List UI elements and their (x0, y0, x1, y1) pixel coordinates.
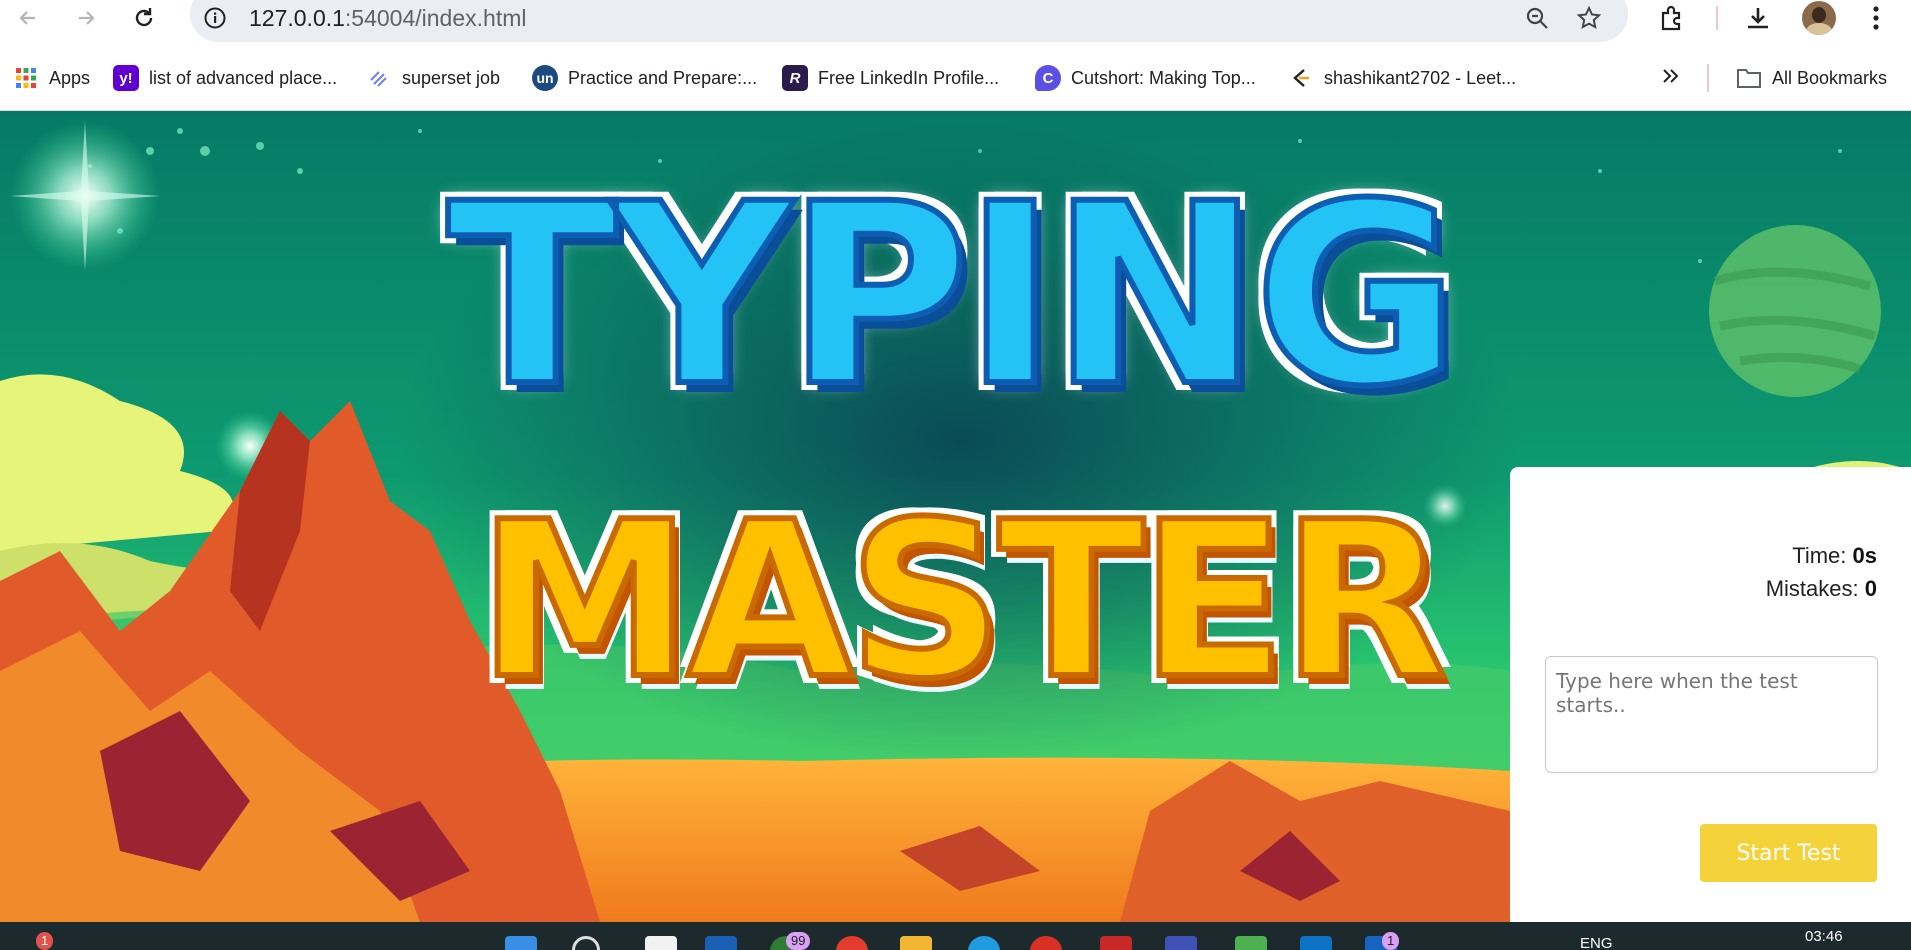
all-bookmarks-button[interactable]: All Bookmarks (1736, 56, 1887, 100)
mistakes-value: 0 (1864, 576, 1877, 601)
bookmark-label: superset job (402, 67, 501, 88)
title-typing: TYPING (444, 150, 1462, 441)
bookmark-label: Practice and Prepare:... (568, 67, 758, 88)
app-icon-2[interactable] (1100, 936, 1132, 950)
start-test-button[interactable]: Start Test (1700, 824, 1877, 882)
typing-master-page: TYPING MASTER Time: 0s Mistakes: 0 Start… (0, 111, 1911, 922)
site-info-icon[interactable] (200, 3, 230, 33)
back-arrow-icon (19, 11, 35, 25)
settings-icon[interactable] (1235, 936, 1267, 950)
edge-icon[interactable] (968, 936, 1000, 950)
mistakes-label: Mistakes: (1765, 576, 1859, 601)
notification-badge: 1 (36, 932, 54, 950)
bookmark-superset[interactable]: superset job (366, 56, 500, 100)
typing-panel: Time: 0s Mistakes: 0 Start Test (1510, 467, 1911, 922)
start-menu-icon[interactable] (505, 936, 537, 950)
bookmarks-divider (1707, 64, 1709, 92)
app-red-icon[interactable] (836, 936, 868, 950)
back-button[interactable] (12, 2, 44, 34)
all-bookmarks-label: All Bookmarks (1772, 67, 1888, 88)
app-icon-3[interactable] (1165, 936, 1197, 950)
search-icon[interactable] (572, 936, 600, 950)
yahoo-icon: y! (113, 65, 139, 91)
menu-kebab-icon[interactable] (1858, 0, 1894, 36)
time-stat: Time: 0s (1792, 543, 1877, 569)
bookmark-star-icon[interactable] (1573, 2, 1605, 34)
folder-icon (1736, 65, 1762, 91)
clock[interactable]: 03:46 (1805, 928, 1843, 945)
app-icon[interactable] (705, 936, 737, 950)
double-chevron-icon (1660, 66, 1680, 91)
badge-1: 1 (1382, 932, 1400, 950)
bookmark-label: Apps (49, 67, 91, 88)
forward-arrow-icon (79, 11, 95, 25)
unstop-icon: un (532, 65, 558, 91)
os-taskbar: 1 99 1 ENG 03:46 (0, 922, 1911, 950)
bookmark-label: Cutshort: Making Top... (1071, 67, 1256, 88)
profile-avatar[interactable] (1802, 1, 1836, 35)
title-master: MASTER (475, 475, 1450, 726)
bookmark-unstop[interactable]: un Practice and Prepare:... (532, 56, 757, 100)
download-icon[interactable] (1740, 0, 1776, 36)
file-explorer-icon[interactable] (900, 936, 932, 950)
time-label: Time: (1792, 543, 1847, 568)
bookmark-label: list of advanced place... (149, 67, 338, 88)
resume-icon: R (782, 65, 808, 91)
bookmark-yahoo[interactable]: y! list of advanced place... (113, 56, 337, 100)
extensions-icon[interactable] (1654, 0, 1690, 36)
reload-icon (135, 8, 153, 27)
bookmark-label: Free LinkedIn Profile... (818, 67, 1000, 88)
bookmark-linkedin-profile[interactable]: R Free LinkedIn Profile... (782, 56, 999, 100)
more-bookmarks-button[interactable] (1660, 56, 1680, 100)
forward-button[interactable] (70, 2, 102, 34)
vscode-icon[interactable] (1300, 936, 1332, 950)
toolbar-divider (1716, 6, 1718, 30)
bookmark-leetcode[interactable]: shashikant2702 - Leet... (1288, 56, 1516, 100)
bookmarks-bar: Apps y! list of advanced place... supers… (0, 56, 1911, 100)
typing-input[interactable] (1545, 656, 1878, 773)
url-text[interactable]: 127.0.0.1:54004/index.html (249, 5, 527, 32)
reload-button[interactable] (128, 2, 160, 34)
bookmark-apps[interactable]: Apps (13, 56, 90, 100)
url-path: :54004/index.html (344, 5, 527, 31)
apps-grid-icon (13, 65, 39, 91)
leetcode-icon (1288, 65, 1314, 91)
bookmark-label: shashikant2702 - Leet... (1324, 67, 1517, 88)
mistakes-stat: Mistakes: 0 (1766, 576, 1877, 602)
language-indicator[interactable]: ENG (1580, 935, 1613, 950)
bookmark-cutshort[interactable]: C Cutshort: Making Top... (1035, 56, 1256, 100)
browser-toolbar: 127.0.0.1:54004/index.html (0, 0, 1911, 42)
chrome-icon[interactable] (1030, 936, 1062, 950)
time-value: 0s (1852, 543, 1877, 568)
cutshort-icon: C (1035, 65, 1061, 91)
zoom-icon[interactable] (1521, 2, 1553, 34)
badge-99: 99 (786, 932, 811, 950)
task-view-icon[interactable] (645, 936, 677, 950)
superset-icon (366, 65, 392, 91)
url-host: 127.0.0.1 (249, 5, 345, 31)
